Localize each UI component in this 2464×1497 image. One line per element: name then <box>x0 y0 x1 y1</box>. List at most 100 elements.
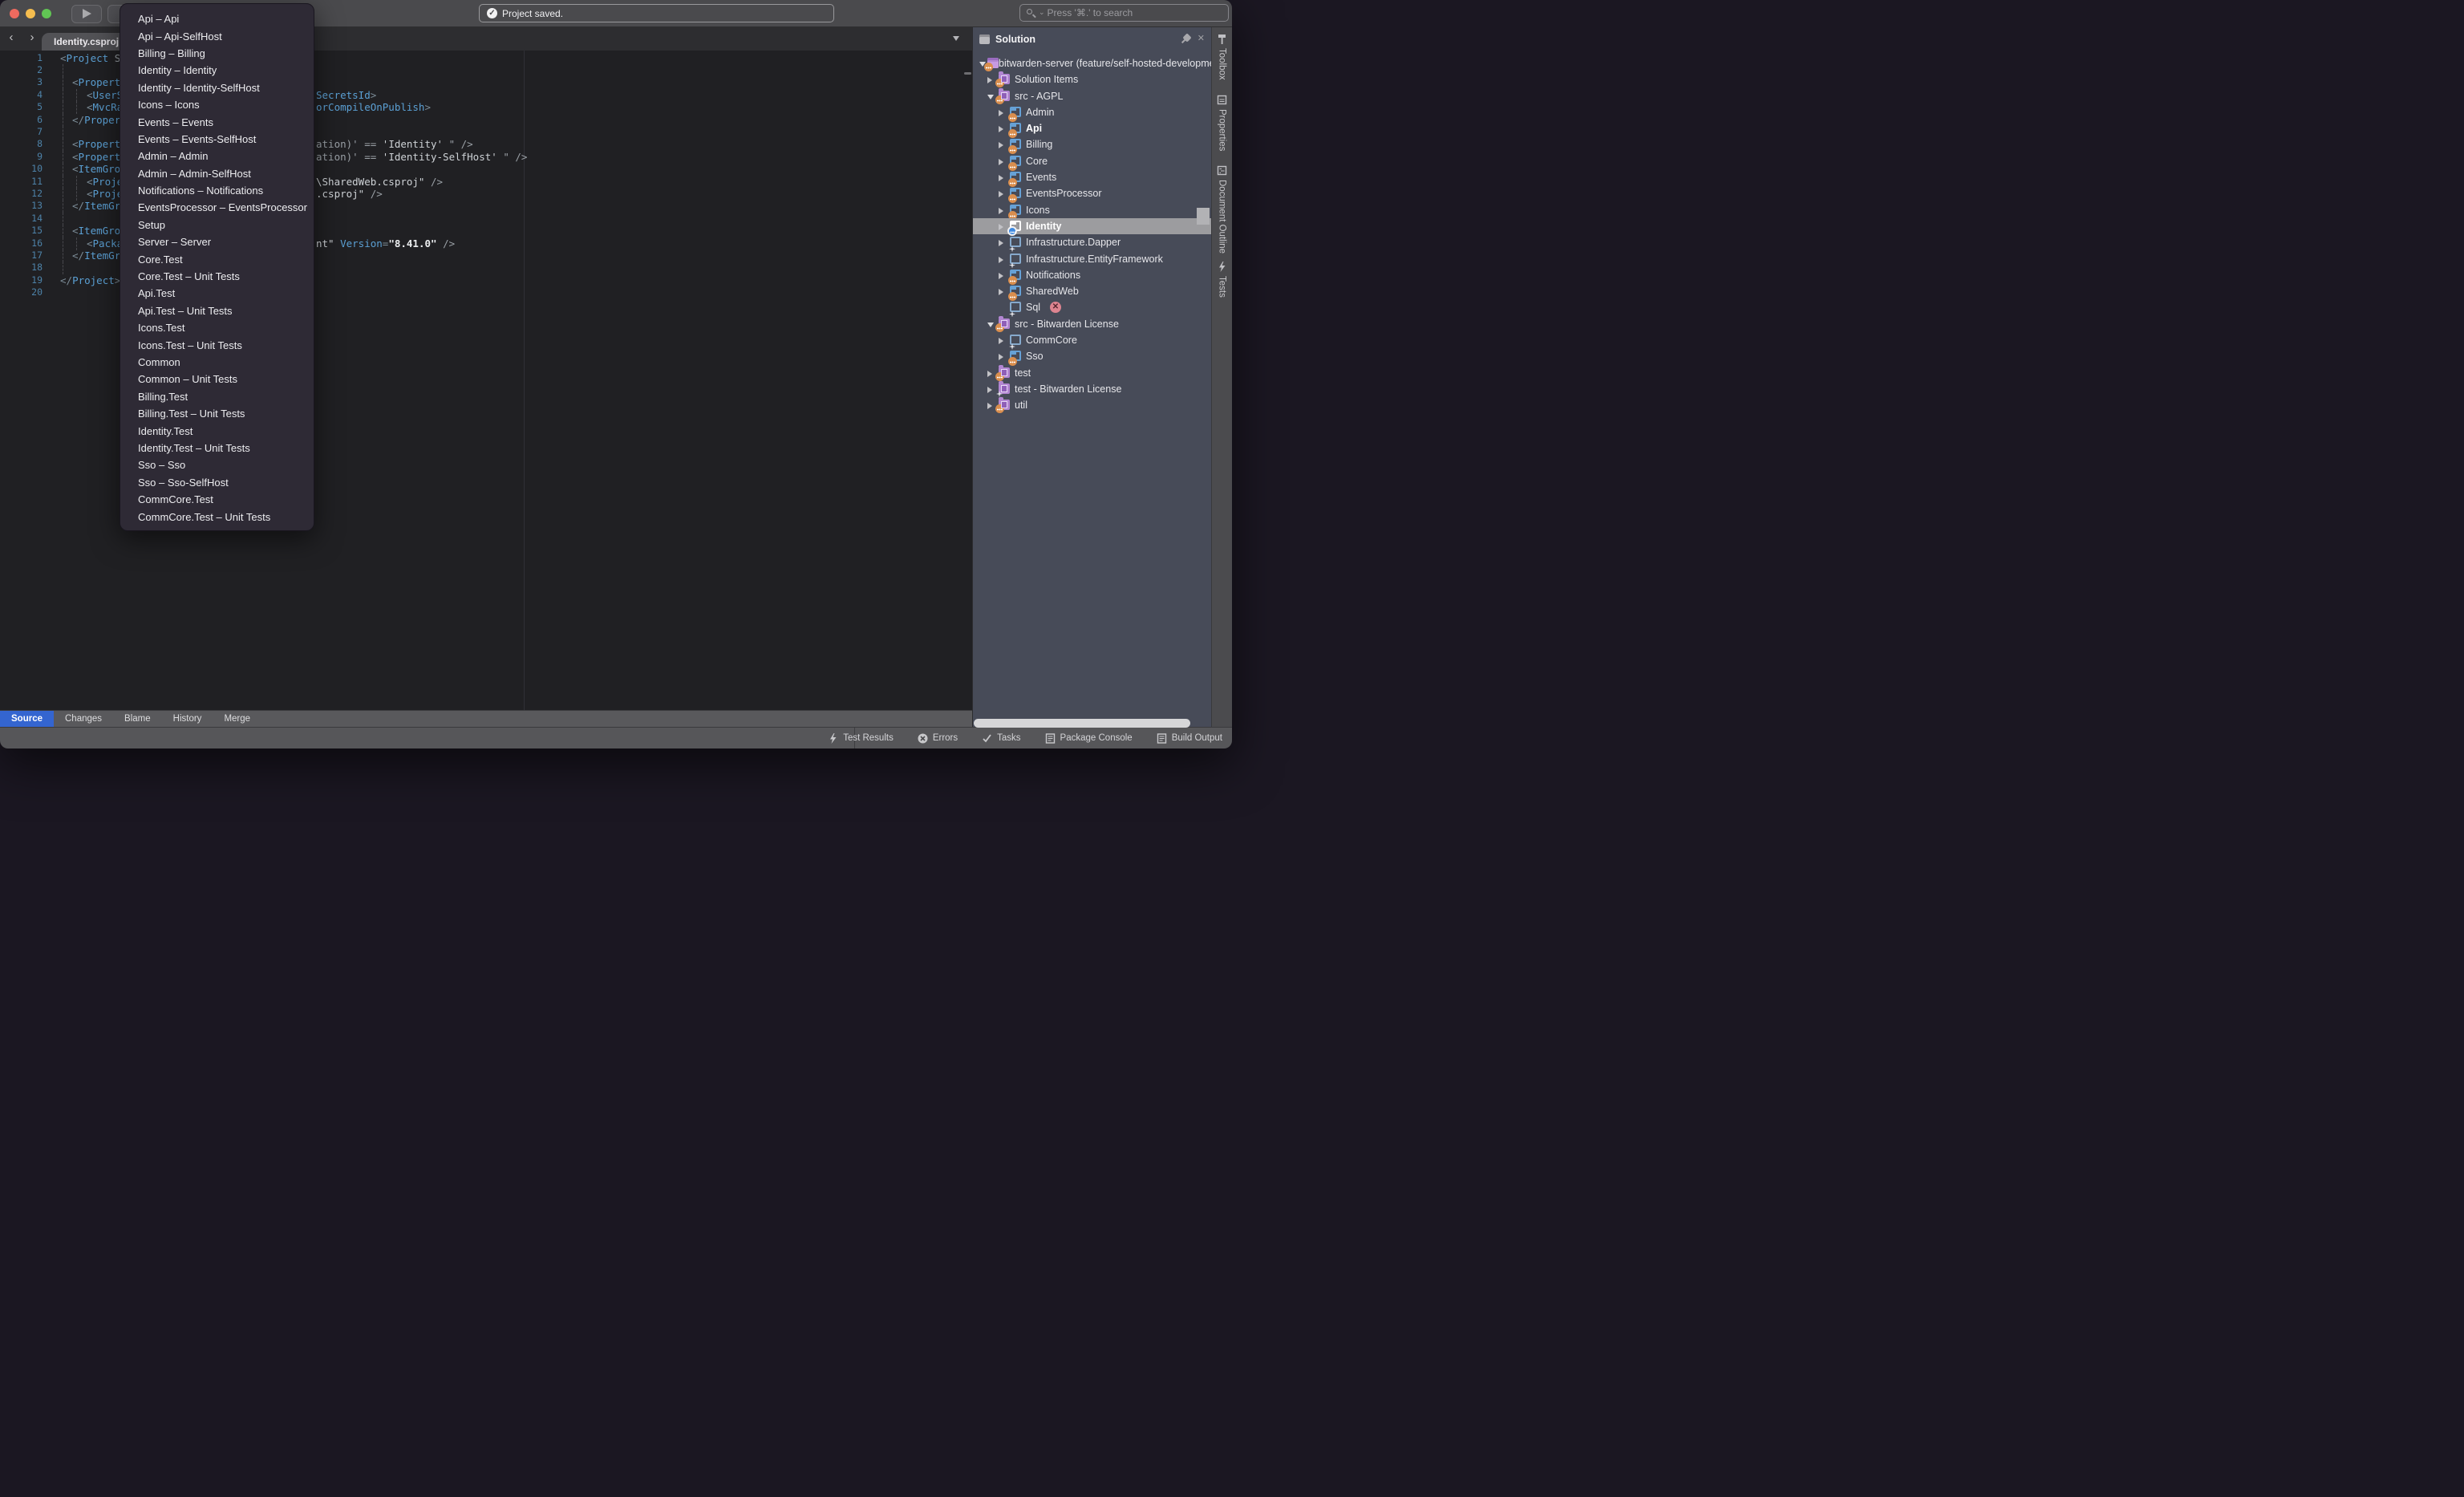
run-config-option-common[interactable]: Common <box>120 354 314 371</box>
back-button[interactable]: ‹ <box>5 30 18 44</box>
tree-item-billing[interactable]: Billing <box>973 136 1211 152</box>
tree-item-infrastructure-dapper[interactable]: Infrastructure.Dapper <box>973 234 1211 250</box>
run-config-option-identity-test-unit-tests[interactable]: Identity.Test – Unit Tests <box>120 440 314 456</box>
tree-item-identity[interactable]: Identity <box>973 218 1211 234</box>
run-config-option-admin-admin[interactable]: Admin – Admin <box>120 148 314 164</box>
expand-arrow-icon[interactable] <box>987 387 992 393</box>
traffic-light-minimize[interactable] <box>26 9 35 18</box>
vc-tab-source[interactable]: Source <box>0 711 54 727</box>
expand-arrow-icon[interactable] <box>999 338 1003 344</box>
tree-item-icons[interactable]: Icons <box>973 202 1211 218</box>
run-config-option-core-test-unit-tests[interactable]: Core.Test – Unit Tests <box>120 268 314 285</box>
tree-item-events[interactable]: Events <box>973 169 1211 185</box>
tree-item-solution-items[interactable]: Solution Items <box>973 71 1211 87</box>
expand-arrow-icon[interactable] <box>999 240 1003 246</box>
run-config-option-admin-admin-selfhost[interactable]: Admin – Admin-SelfHost <box>120 165 314 182</box>
expand-arrow-icon[interactable] <box>999 159 1003 165</box>
expand-arrow-icon[interactable] <box>999 110 1003 116</box>
run-config-option-eventsprocessor-eventsprocessor[interactable]: EventsProcessor – EventsProcessor <box>120 199 314 216</box>
forward-button[interactable]: › <box>26 30 38 44</box>
run-config-option-icons-test-unit-tests[interactable]: Icons.Test – Unit Tests <box>120 336 314 353</box>
run-config-option-icons-icons[interactable]: Icons – Icons <box>120 96 314 113</box>
tree-item-commcore[interactable]: CommCore <box>973 332 1211 348</box>
tree-item-api[interactable]: Api <box>973 120 1211 136</box>
run-config-option-events-events[interactable]: Events – Events <box>120 113 314 130</box>
expand-arrow-icon[interactable] <box>987 371 992 377</box>
expand-arrow-icon[interactable] <box>999 191 1003 197</box>
expand-arrow-icon[interactable] <box>987 77 992 83</box>
tree-item-notifications[interactable]: Notifications <box>973 267 1211 283</box>
collapse-arrow-icon[interactable] <box>987 323 994 327</box>
run-config-option-sso-sso-selfhost[interactable]: Sso – Sso-SelfHost <box>120 474 314 491</box>
run-config-option-notifications-notifications[interactable]: Notifications – Notifications <box>120 182 314 199</box>
document-tab[interactable]: Identity.csproj <box>42 33 130 51</box>
tree-item-src-bitwarden-license[interactable]: src - Bitwarden License <box>973 316 1211 332</box>
run-button[interactable] <box>71 5 102 23</box>
run-config-option-core-test[interactable]: Core.Test <box>120 250 314 267</box>
side-pad-tab-document-outline[interactable]: Document Outline <box>1212 165 1232 254</box>
tree-item-bitwarden-server-feature-self-hosted-development[interactable]: bitwarden-server (feature/self-hosted-de… <box>973 55 1211 71</box>
solution-horizontal-scrollbar[interactable] <box>974 719 1190 728</box>
vc-tab-history[interactable]: History <box>162 711 213 727</box>
run-config-option-server-server[interactable]: Server – Server <box>120 233 314 250</box>
run-config-option-sso-sso[interactable]: Sso – Sso <box>120 456 314 473</box>
status-item-package-console[interactable]: Package Console <box>1045 733 1133 744</box>
tree-item-eventsprocessor[interactable]: EventsProcessor <box>973 185 1211 201</box>
vc-tab-changes[interactable]: Changes <box>54 711 113 727</box>
solution-vertical-scrollbar[interactable] <box>1197 208 1210 225</box>
run-config-option-setup[interactable]: Setup <box>120 217 314 233</box>
collapse-arrow-icon[interactable] <box>987 95 994 99</box>
run-config-option-events-events-selfhost[interactable]: Events – Events-SelfHost <box>120 131 314 148</box>
code-token: > <box>371 89 377 101</box>
expand-arrow-icon[interactable] <box>987 403 992 409</box>
run-config-option-icons-test[interactable]: Icons.Test <box>120 319 314 336</box>
run-config-option-identity-identity[interactable]: Identity – Identity <box>120 62 314 79</box>
status-item-test-results[interactable]: Test Results <box>828 733 894 744</box>
tree-item-util[interactable]: util <box>973 397 1211 413</box>
run-config-option-commcore-test[interactable]: CommCore.Test <box>120 491 314 508</box>
run-config-option-api-api-selfhost[interactable]: Api – Api-SelfHost <box>120 27 314 44</box>
tree-item-test[interactable]: test <box>973 365 1211 381</box>
expand-arrow-icon[interactable] <box>999 354 1003 360</box>
side-pad-tab-properties[interactable]: Properties <box>1212 95 1232 151</box>
tab-list-chevron-icon[interactable] <box>953 36 959 41</box>
status-item-tasks[interactable]: Tasks <box>982 733 1020 744</box>
run-config-option-api-test[interactable]: Api.Test <box>120 285 314 302</box>
expand-arrow-icon[interactable] <box>999 224 1003 230</box>
global-search-input[interactable]: ⌄ Press '⌘.' to search <box>1019 4 1229 22</box>
expand-arrow-icon[interactable] <box>999 208 1003 214</box>
tree-item-admin[interactable]: Admin <box>973 104 1211 120</box>
expand-arrow-icon[interactable] <box>999 126 1003 132</box>
run-config-option-commcore-test-unit-tests[interactable]: CommCore.Test – Unit Tests <box>120 508 314 525</box>
run-config-option-identity-identity-selfhost[interactable]: Identity – Identity-SelfHost <box>120 79 314 96</box>
expand-arrow-icon[interactable] <box>999 289 1003 295</box>
status-item-build-output[interactable]: Build Output <box>1157 733 1222 744</box>
vc-tab-merge[interactable]: Merge <box>213 711 261 727</box>
traffic-light-zoom[interactable] <box>42 9 51 18</box>
tree-item-sql[interactable]: Sql✕ <box>973 299 1211 315</box>
run-config-option-api-api[interactable]: Api – Api <box>120 10 314 27</box>
expand-arrow-icon[interactable] <box>999 273 1003 279</box>
tree-item-test-bitwarden-license[interactable]: test - Bitwarden License <box>973 381 1211 397</box>
expand-arrow-icon[interactable] <box>999 142 1003 148</box>
expand-arrow-icon[interactable] <box>999 175 1003 181</box>
expand-arrow-icon[interactable] <box>999 257 1003 263</box>
run-config-option-billing-test-unit-tests[interactable]: Billing.Test – Unit Tests <box>120 405 314 422</box>
tree-item-sharedweb[interactable]: SharedWeb <box>973 283 1211 299</box>
tree-item-sso[interactable]: Sso <box>973 348 1211 364</box>
run-config-option-common-unit-tests[interactable]: Common – Unit Tests <box>120 371 314 387</box>
tree-item-infrastructure-entityframework[interactable]: Infrastructure.EntityFramework <box>973 251 1211 267</box>
run-config-option-billing-test[interactable]: Billing.Test <box>120 388 314 405</box>
vc-tab-blame[interactable]: Blame <box>113 711 162 727</box>
traffic-light-close[interactable] <box>10 9 19 18</box>
side-pad-tab-tests[interactable]: Tests <box>1212 262 1232 298</box>
close-icon[interactable]: ✕ <box>1198 33 1205 43</box>
run-config-option-billing-billing[interactable]: Billing – Billing <box>120 45 314 62</box>
side-pad-tab-toolbox[interactable]: Toolbox <box>1212 34 1232 80</box>
run-config-option-api-test-unit-tests[interactable]: Api.Test – Unit Tests <box>120 302 314 319</box>
status-item-errors[interactable]: Errors <box>918 733 958 744</box>
editor-scrollbar-thumb[interactable] <box>964 72 971 75</box>
tree-item-src-agpl[interactable]: src - AGPL <box>973 88 1211 104</box>
tree-item-core[interactable]: Core <box>973 153 1211 169</box>
run-config-option-identity-test[interactable]: Identity.Test <box>120 422 314 439</box>
